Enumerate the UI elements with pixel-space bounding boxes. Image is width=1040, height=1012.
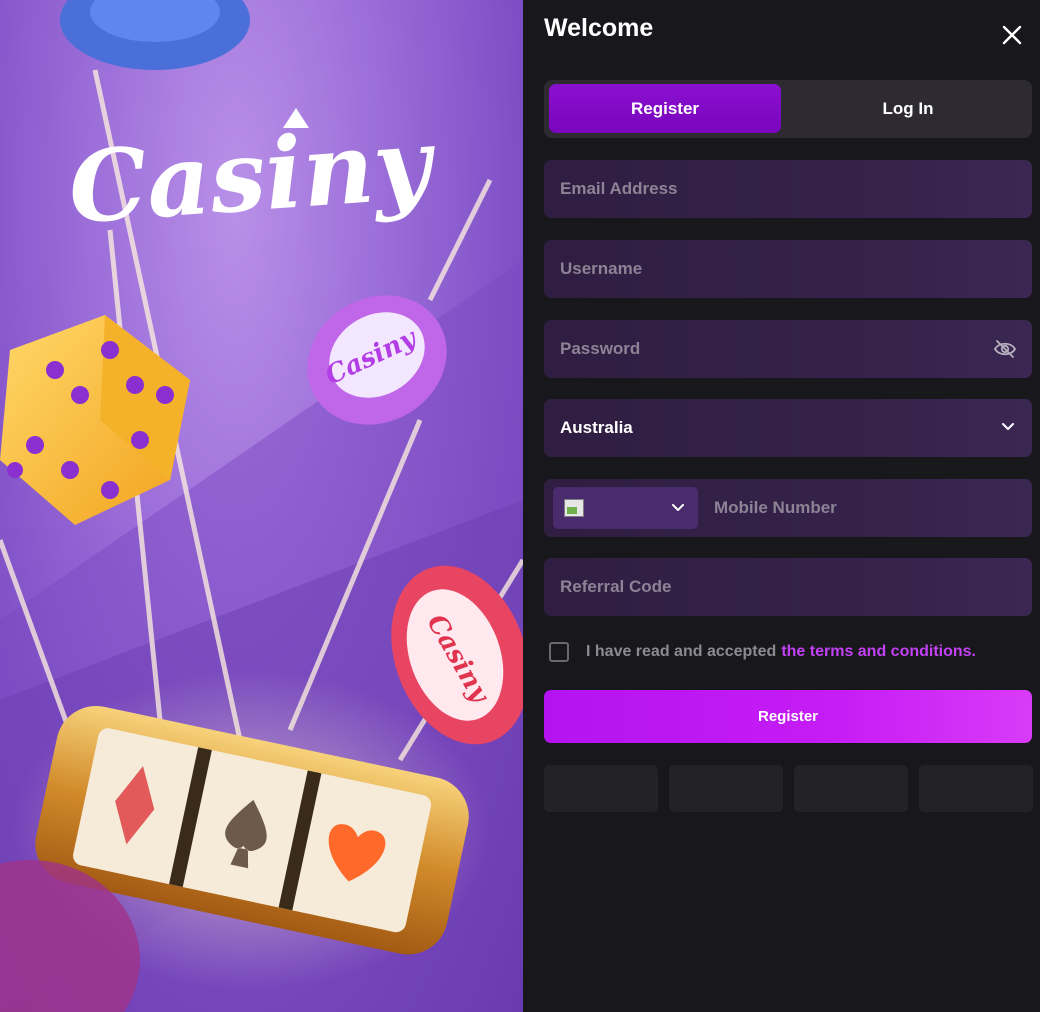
email-placeholder: Email Address [560,179,678,198]
social-login-button[interactable] [794,765,908,812]
country-value: Australia [560,418,633,437]
chevron-down-icon [672,504,684,511]
mobile-field: Mobile Number [544,479,1032,537]
referral-field[interactable]: Referral Code [544,558,1032,616]
social-login-button[interactable] [919,765,1033,812]
referral-placeholder: Referral Code [560,577,672,596]
dice-icon [0,315,190,525]
terms-link[interactable]: the terms and conditions. [781,643,976,661]
mobile-input[interactable]: Mobile Number [714,479,837,537]
tab-login[interactable]: Log In [788,84,1028,133]
password-placeholder: Password [560,339,641,358]
promo-panel: Casiny Casiny Casiny [0,0,523,1012]
flag-icon [564,499,584,517]
form-panel: Welcome Register Log In Email Address Us… [523,0,1040,1012]
register-button[interactable]: Register [544,690,1032,743]
eye-slash-icon[interactable] [994,339,1016,359]
country-select[interactable]: Australia [544,399,1032,457]
username-field[interactable]: Username [544,240,1032,298]
close-icon[interactable] [1001,24,1023,46]
social-login-button[interactable] [669,765,783,812]
promo-artwork: Casiny Casiny Casiny [0,0,523,1012]
email-field[interactable]: Email Address [544,160,1032,218]
terms-row: I have read and accepted the terms and c… [549,642,976,662]
username-placeholder: Username [560,259,643,278]
chevron-down-icon [1002,423,1014,430]
tab-register[interactable]: Register [549,84,781,133]
country-code-select[interactable] [553,487,698,529]
dialog-title: Welcome [544,14,654,42]
casiny-logo: Casiny [65,106,440,246]
social-login-button[interactable] [544,765,658,812]
register-modal: Casiny Casiny Casiny Welcome Register Lo… [0,0,1040,1012]
auth-tabs: Register Log In [544,80,1032,138]
password-field[interactable]: Password [544,320,1032,378]
terms-checkbox[interactable] [549,642,569,662]
terms-text: I have read and accepted [586,643,777,660]
